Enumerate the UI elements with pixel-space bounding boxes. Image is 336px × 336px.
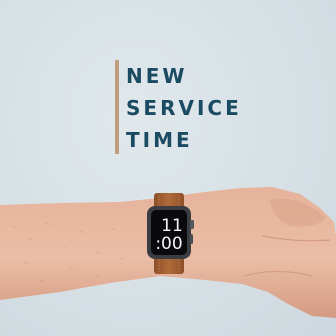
watch-hour-text: 11 — [161, 216, 183, 236]
watch-crown-button — [190, 220, 194, 229]
wrist-watch-photo: 11 :00 — [0, 187, 336, 318]
promo-graphic: 11 :00 NEW SERVICE TIME — [0, 0, 336, 336]
watch-side-button — [190, 234, 193, 244]
accent-bar — [115, 60, 119, 154]
watch-minute-text: :00 — [155, 234, 182, 254]
headline-line-3: TIME — [126, 128, 193, 152]
headline-line-2: SERVICE — [126, 96, 242, 120]
headline-line-1: NEW — [126, 64, 188, 88]
